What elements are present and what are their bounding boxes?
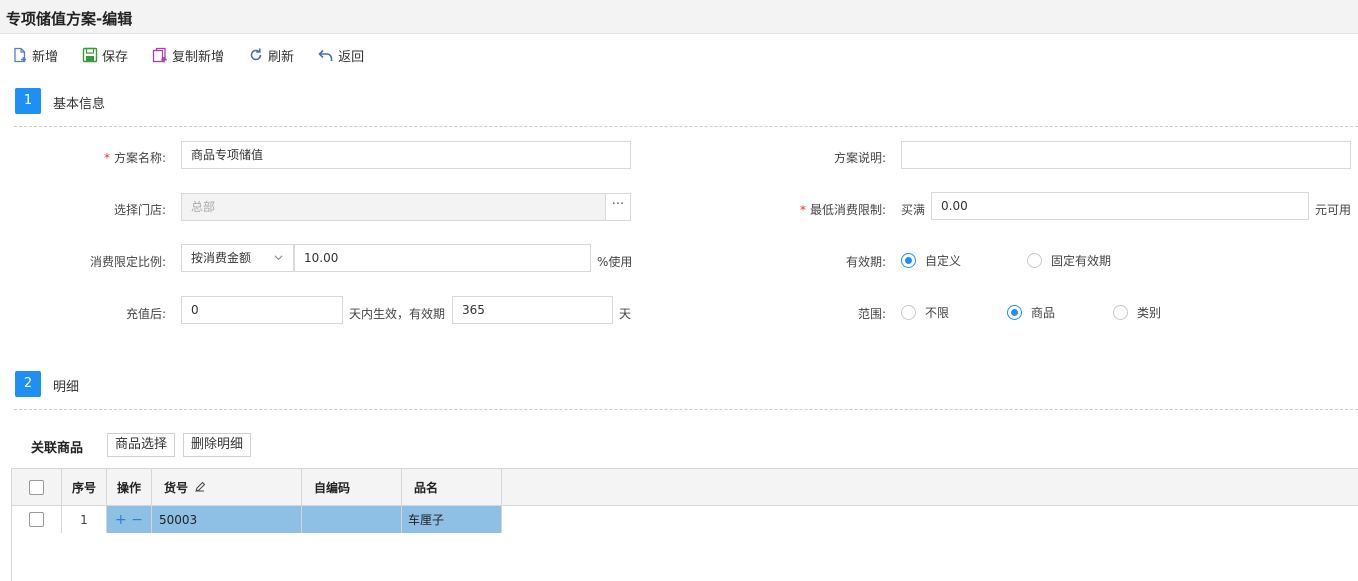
row-self-code[interactable] — [302, 506, 402, 533]
header-name: 品名 — [402, 469, 502, 505]
header-self-code: 自编码 — [302, 469, 402, 505]
validity-label: 有效期: — [845, 255, 886, 269]
copy-icon — [152, 47, 167, 63]
min-consume-prefix: 买满 — [901, 203, 926, 217]
min-consume-suffix: 元可用 — [1315, 203, 1352, 217]
product-select-button[interactable]: 商品选择 — [107, 433, 176, 457]
row-name[interactable]: 车厘子 — [402, 506, 502, 533]
radio-circle — [1113, 305, 1128, 320]
row-checkbox[interactable] — [29, 512, 44, 527]
scope-radio-unlimited[interactable]: 不限 — [901, 304, 949, 321]
section-1-title: 基本信息 — [53, 97, 106, 112]
save-button[interactable]: 保存 — [82, 46, 128, 65]
ratio-select-value: 按消费金额 — [191, 251, 252, 265]
product-table: 序号 操作 货号 自编码 品名 1 + − 50003 车厘子 — [11, 468, 1358, 581]
section-1-number: 1 — [15, 88, 41, 114]
radio-circle — [1007, 305, 1022, 320]
recharge-suffix: 天 — [619, 307, 632, 321]
header-ops: 操作 — [107, 469, 152, 505]
validity-radio-fixed-label: 固定有效期 — [1051, 254, 1112, 268]
new-button-label: 新增 — [32, 49, 59, 65]
scope-label: 范围: — [857, 307, 886, 321]
save-button-label: 保存 — [102, 49, 129, 65]
save-icon — [82, 47, 98, 63]
delete-detail-button[interactable]: 删除明细 — [183, 433, 252, 457]
plan-name-input[interactable]: 商品专项储值 — [181, 141, 631, 169]
toolbar: 新增 保存 复制新增 刷新 返回 — [12, 45, 388, 65]
row-seq: 1 — [62, 506, 107, 533]
store-input: 总部 — [181, 193, 606, 221]
select-all-checkbox[interactable] — [29, 479, 44, 495]
store-picker-button[interactable]: ··· — [605, 193, 631, 221]
back-button[interactable]: 返回 — [318, 46, 364, 65]
copy-new-button-label: 复制新增 — [172, 49, 225, 65]
scope-radio-category-label: 类别 — [1137, 306, 1162, 320]
header-code-label: 货号 — [164, 480, 189, 495]
refresh-button[interactable]: 刷新 — [248, 46, 294, 65]
section-2-number: 2 — [15, 371, 41, 397]
ratio-label: 消费限定比例: — [89, 255, 166, 269]
validity-radio-fixed[interactable]: 固定有效期 — [1027, 252, 1111, 269]
refresh-icon — [250, 48, 262, 61]
row-ops[interactable]: + − — [107, 506, 152, 533]
refresh-button-label: 刷新 — [268, 49, 295, 65]
scope-radio-product-label: 商品 — [1031, 306, 1056, 320]
plan-desc-label: 方案说明: — [833, 151, 886, 165]
ratio-select[interactable]: 按消费金额 — [181, 244, 294, 272]
section-2-title: 明细 — [53, 380, 80, 395]
table-header: 序号 操作 货号 自编码 品名 — [12, 469, 1358, 506]
title-bar: 专项储值方案-编辑 — [0, 0, 1358, 34]
page-title: 专项储值方案-编辑 — [6, 10, 133, 28]
ratio-input[interactable]: 10.00 — [294, 244, 591, 272]
table-row[interactable]: 1 + − 50003 车厘子 — [12, 506, 502, 533]
row-code[interactable]: 50003 — [152, 506, 302, 533]
plan-name-label: * 方案名称: — [103, 151, 166, 165]
header-checkbox-cell — [12, 469, 62, 505]
plan-desc-input[interactable] — [901, 141, 1351, 169]
header-seq: 序号 — [62, 469, 107, 505]
chevron-down-icon — [274, 255, 283, 261]
edit-pencil-icon — [195, 481, 206, 492]
store-label: 选择门店: — [113, 203, 166, 217]
scope-radio-product[interactable]: 商品 — [1007, 304, 1055, 321]
scope-radio-unlimited-label: 不限 — [925, 306, 950, 320]
row-checkbox-cell — [12, 506, 62, 533]
section-1-divider — [14, 126, 1358, 127]
radio-circle — [901, 253, 916, 268]
min-consume-input[interactable]: 0.00 — [931, 192, 1309, 220]
back-button-label: 返回 — [338, 49, 365, 65]
recharge-days-input[interactable]: 365 — [452, 296, 613, 324]
radio-circle — [901, 305, 916, 320]
new-button[interactable]: 新增 — [12, 46, 58, 65]
recharge-delay-input[interactable]: 0 — [181, 296, 343, 324]
related-products-label: 关联商品 — [31, 441, 84, 456]
recharge-label: 充值后: — [125, 307, 166, 321]
back-arrow-icon — [318, 49, 333, 61]
new-file-icon — [14, 47, 26, 63]
validity-radio-custom[interactable]: 自定义 — [901, 252, 961, 269]
validity-radio-custom-label: 自定义 — [925, 254, 962, 268]
header-code: 货号 — [152, 469, 302, 505]
scope-radio-category[interactable]: 类别 — [1113, 304, 1161, 321]
recharge-mid-text: 天内生效，有效期 — [349, 307, 446, 321]
radio-circle — [1027, 253, 1042, 268]
section-2-divider — [14, 409, 1358, 410]
min-consume-label: * 最低消费限制: — [799, 203, 886, 217]
ratio-suffix: %使用 — [597, 255, 633, 269]
copy-new-button[interactable]: 复制新增 — [152, 46, 224, 65]
